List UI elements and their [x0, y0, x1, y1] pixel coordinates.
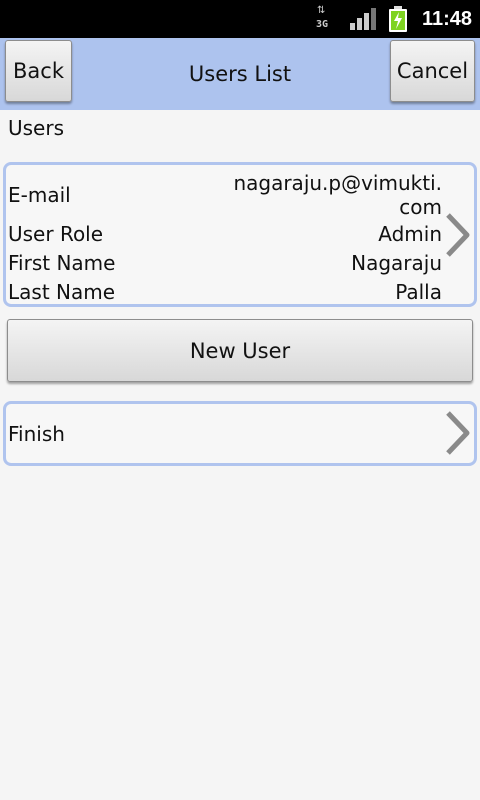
email-label: E-mail — [8, 183, 71, 207]
first-name-label: First Name — [8, 251, 116, 275]
chevron-right-icon — [446, 213, 470, 257]
back-button[interactable]: Back — [5, 40, 72, 102]
title-bar: Users List Back Cancel — [0, 38, 480, 110]
user-list-item[interactable]: E-mail nagaraju.p@vimukti.com User Role … — [3, 162, 477, 307]
finish-label: Finish — [8, 422, 65, 446]
role-value: Admin — [378, 222, 442, 246]
data-arrows-icon: ⇅ — [316, 5, 326, 16]
status-bar: ⇅ 3G 11:48 — [0, 0, 480, 38]
section-label: Users — [8, 116, 65, 140]
network-type-icon: ⇅ 3G — [316, 4, 336, 34]
status-icons: ⇅ 3G 11:48 — [316, 0, 472, 38]
signal-icon — [349, 8, 376, 30]
last-name-value: Palla — [395, 280, 442, 304]
new-user-button[interactable]: New User — [7, 319, 473, 382]
chevron-right-icon — [446, 411, 470, 455]
battery-charging-icon — [388, 6, 407, 32]
role-label: User Role — [8, 222, 104, 246]
cancel-button[interactable]: Cancel — [390, 40, 475, 102]
last-name-label: Last Name — [8, 280, 116, 304]
first-name-value: Nagaraju — [351, 251, 442, 275]
finish-item[interactable]: Finish — [3, 401, 477, 466]
network-type-label: 3G — [315, 19, 328, 30]
clock: 11:48 — [421, 7, 472, 30]
email-value: nagaraju.p@vimukti.com — [233, 171, 442, 219]
